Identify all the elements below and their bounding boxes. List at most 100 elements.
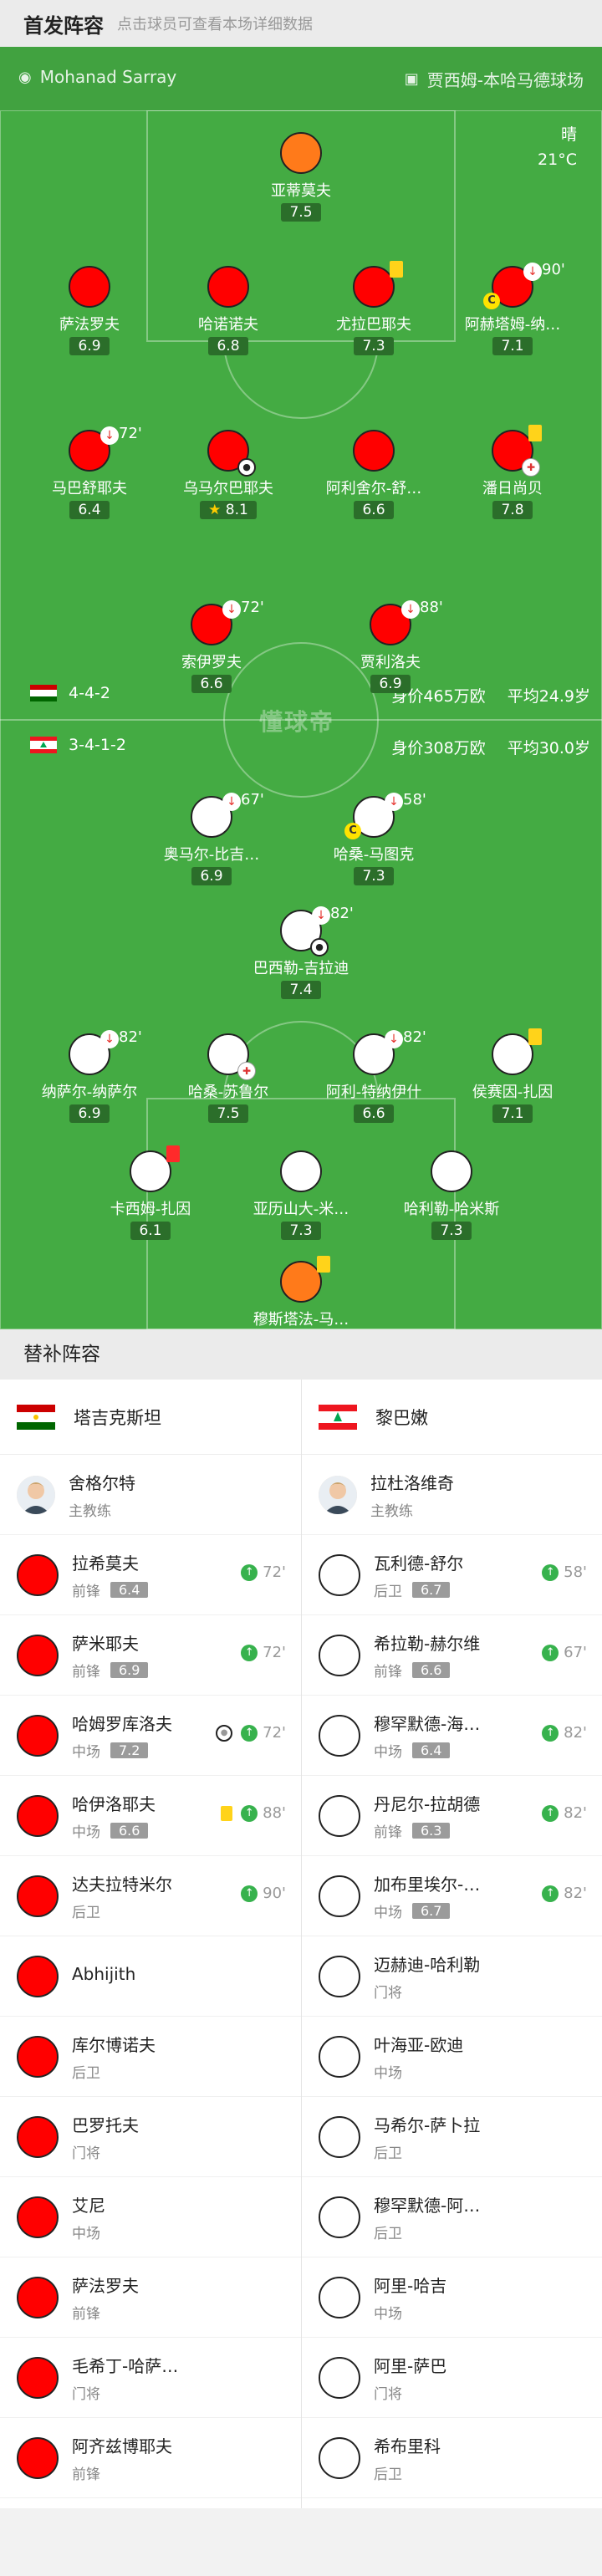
sub-in-minute: 72' [263, 1563, 286, 1581]
sub-position-line: 中场 [374, 2302, 446, 2323]
player-kit [319, 2035, 360, 2078]
away-player[interactable]: ↓ 82' 阿利-特纳伊什 6.6 [303, 1028, 445, 1123]
sub-in-arrow-icon: ↑ [241, 1563, 258, 1581]
sub-position-line: 主教练 [370, 1499, 454, 1520]
sub-name: 萨米耶夫 [72, 1633, 139, 1654]
sub-player-row[interactable]: 达夫拉特米尔 后卫 ↑ 90' [0, 1856, 301, 1936]
sub-position-line: 门将 [72, 2141, 139, 2162]
player-kit: ↓ 72' [191, 599, 264, 645]
player-name: 马巴舒耶夫 [52, 480, 127, 497]
sub-player-row[interactable]: 穆罕默德-阿… 后卫 [302, 2177, 602, 2257]
sub-info: 希布里科 后卫 [374, 2433, 441, 2483]
player-kit: ✚ [207, 1033, 256, 1080]
lineup-header: 首发阵容 点击球员可查看本场详细数据 [0, 0, 602, 47]
player-kit [319, 2196, 360, 2238]
sub-player-row[interactable]: 马希尔-萨卜拉 后卫 [302, 2097, 602, 2177]
sub-player-row[interactable]: 迈赫迪-哈利勒 门将 [302, 1936, 602, 2017]
sub-info: 穆罕默德-海… 中场 6.4 [374, 1711, 480, 1761]
player-name: 哈桑-苏鲁尔 [187, 1084, 269, 1101]
sub-player-row[interactable]: 希拉勒-赫尔维 前锋 6.6 ↑ 67' [302, 1615, 602, 1696]
sub-name: 哈姆罗库洛夫 [72, 1713, 172, 1734]
sub-rating: 6.6 [412, 1661, 451, 1678]
home-player[interactable]: ↓ 72' 索伊罗夫 6.6 [140, 599, 283, 693]
away-player[interactable]: 哈利勒-哈米斯 7.3 [380, 1150, 523, 1240]
sub-player-row[interactable]: 叶海亚-欧迪 中场 [302, 2017, 602, 2097]
home-player[interactable]: 哈诺诺夫 6.8 [157, 266, 299, 355]
sub-name: 希拉勒-赫尔维 [374, 1633, 481, 1654]
home-team-name: 塔吉克斯坦 [74, 1407, 161, 1428]
player-rating: 6.1 [130, 1222, 171, 1240]
player-kit [17, 2356, 59, 2399]
sub-in-minute: 82' [564, 1804, 587, 1822]
sub-player-row[interactable]: 丹尼尔-拉胡德 前锋 6.3 ↑ 82' [302, 1776, 602, 1856]
player-kit [319, 1794, 360, 1837]
sub-out-icon: ↓ [222, 600, 241, 619]
coach-row[interactable]: 舍格尔特 主教练 [0, 1455, 301, 1535]
player-kit [319, 2436, 360, 2479]
sub-in-minute: 58' [564, 1563, 587, 1581]
sub-in-indicator: ↑ 67' [542, 1644, 587, 1661]
away-player[interactable]: ↓ 67' 奥马尔-比吉… 6.9 [140, 791, 283, 885]
sub-player-row[interactable]: 阿里-哈吉 中场 [302, 2257, 602, 2338]
sub-name: 艾尼 [72, 2195, 105, 2216]
sub-position: 中场 [374, 1904, 402, 1921]
sub-player-row[interactable]: 加布里埃尔-… 中场 6.7 ↑ 82' [302, 1856, 602, 1936]
away-player[interactable]: 卡西姆-扎因 6.1 [79, 1145, 222, 1240]
sub-player-row[interactable]: 拉希莫夫 前锋 6.4 ↑ 72' [0, 1535, 301, 1615]
sub-player-row[interactable]: 阿里-萨巴 门将 [302, 2338, 602, 2418]
sub-player-row[interactable]: 艾尼 中场 [0, 2177, 301, 2257]
home-player[interactable]: ✚ 潘日尚贝 7.8 [441, 425, 584, 519]
sub-player-row[interactable]: 萨米耶夫 前锋 6.9 ↑ 72' [0, 1615, 301, 1696]
sub-info: 毛希丁-哈萨… 门将 [72, 2353, 178, 2403]
coach-row[interactable]: 拉杜洛维奇 主教练 [302, 1455, 602, 1535]
away-player[interactable]: 侯赛因-扎因 7.1 [441, 1028, 584, 1123]
player-rating: 6.6 [191, 675, 232, 693]
player-kit [17, 1955, 59, 1997]
player-kit: ↓ 82' ● [280, 905, 354, 956]
player-rating: 6.9 [69, 1104, 110, 1123]
home-player[interactable]: ↓ 88' 贾利洛夫 6.9 [319, 599, 462, 693]
home-player[interactable]: 尤拉巴耶夫 7.3 [303, 261, 445, 355]
home-player[interactable]: ↓ 90' C 阿赫塔姆-纳… 7.1 [441, 261, 584, 355]
sub-rating: 6.7 [412, 1581, 451, 1598]
whistle-icon: ◉ [18, 68, 32, 86]
sub-name: 瓦利德-舒尔 [374, 1553, 464, 1574]
player-kit [431, 1150, 472, 1192]
sub-player-row[interactable]: 萨法罗夫 前锋 [0, 2257, 301, 2338]
home-player[interactable]: 阿利舍尔-舒… 6.6 [303, 430, 445, 519]
sub-position: 后卫 [374, 2466, 402, 2483]
home-player[interactable]: ↓ 72' 马巴舒耶夫 6.4 [18, 425, 161, 519]
sub-player-row[interactable]: 希布里科 后卫 [302, 2418, 602, 2498]
sub-player-row[interactable]: 哈姆罗库洛夫 中场 7.2 ● ↑ 72' [0, 1696, 301, 1776]
away-player[interactable]: ✚ 哈桑-苏鲁尔 7.5 [157, 1033, 299, 1123]
sub-info: 拉杜洛维奇 主教练 [370, 1470, 454, 1520]
sub-player-row[interactable]: 巴罗托夫 门将 [0, 2097, 301, 2177]
sub-in-arrow-icon: ↑ [241, 1804, 258, 1822]
sub-position-line: 中场 6.6 [72, 1820, 156, 1841]
sub-player-row[interactable]: 瓦利德-舒尔 后卫 6.7 ↑ 58' [302, 1535, 602, 1615]
player-rating-value: 6.1 [139, 1222, 162, 1239]
home-player[interactable]: 亚蒂莫夫 7.5 [230, 132, 372, 222]
sub-player-row[interactable]: 库尔博诺夫 后卫 [0, 2017, 301, 2097]
sub-rating: 6.3 [412, 1822, 451, 1839]
sub-player-row[interactable]: 穆罕默德-海… 中场 6.4 ↑ 82' [302, 1696, 602, 1776]
away-player[interactable]: ↓ 82' ● 巴西勒-吉拉迪 7.4 [230, 905, 372, 999]
away-player[interactable]: ↓ 82' 纳萨尔-纳萨尔 6.9 [18, 1028, 161, 1123]
sub-player-row[interactable]: Abhijith [0, 1936, 301, 2017]
away-player[interactable]: ↓ 58' C 哈桑-马图克 7.3 [303, 791, 445, 885]
sub-name: 舍格尔特 [69, 1472, 135, 1493]
sub-player-row[interactable]: 阿齐兹博耶夫 前锋 [0, 2418, 301, 2498]
home-player[interactable]: 萨法罗夫 6.9 [18, 266, 161, 355]
away-player[interactable]: 穆斯塔法-马…6.7 [230, 1256, 372, 1329]
sub-in-minute: 82' [564, 1885, 587, 1902]
away-player[interactable]: 亚历山大-米… 7.3 [230, 1150, 372, 1240]
player-kit [353, 261, 403, 308]
sub-player-row[interactable]: 毛希丁-哈萨… 门将 [0, 2338, 301, 2418]
sub-position-line: 后卫 [72, 2061, 156, 2082]
player-rating-value: 7.5 [289, 204, 313, 221]
sub-out-icon: ↓ [100, 426, 119, 445]
player-rating-value: 6.9 [78, 1105, 101, 1122]
sub-player-row[interactable]: 哈伊洛耶夫 中场 6.6 ↑ 88' [0, 1776, 301, 1856]
home-player[interactable]: ● 乌马尔巴耶夫 ★ 8.1 [157, 430, 299, 519]
sub-name: 穆罕默德-阿… [374, 2195, 481, 2216]
